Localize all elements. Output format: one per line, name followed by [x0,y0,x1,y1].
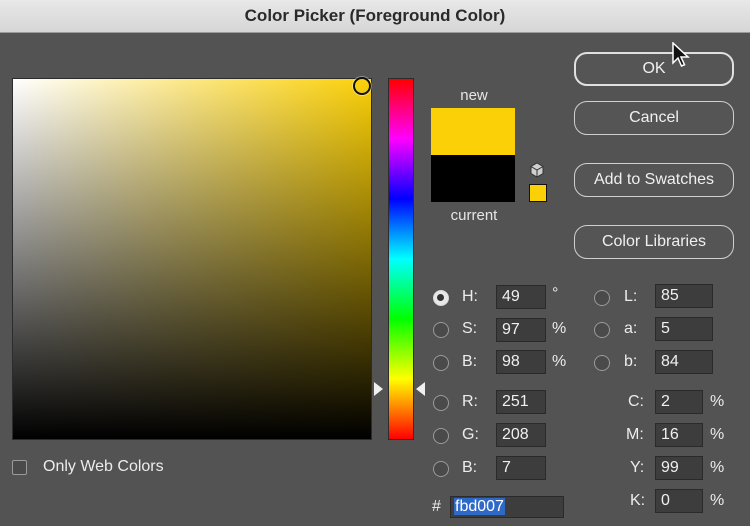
percent-unit: % [552,320,567,337]
color-libraries-button[interactable]: Color Libraries [574,225,734,259]
new-color-swatch [431,108,515,155]
lab-a-input[interactable]: 5 [655,317,713,341]
percent-unit: % [710,426,725,443]
radio-lab-a[interactable] [594,322,610,338]
lab-a-label: a: [624,320,638,337]
radio-lab-b[interactable] [594,355,610,371]
blue-label: B: [462,459,478,476]
green-input[interactable]: 208 [496,423,546,447]
lab-b-input[interactable]: 84 [655,350,713,374]
only-web-colors-label[interactable]: Only Web Colors [43,458,164,476]
color-field-marker[interactable] [353,77,371,95]
magenta-input[interactable]: 16 [655,423,703,447]
yellow-label: Y: [630,459,645,476]
blue-input[interactable]: 7 [496,456,546,480]
radio-hue[interactable] [433,290,449,306]
black-label: K: [630,492,646,509]
cyan-label: C: [628,393,644,410]
lab-b-label: b: [624,353,638,370]
hue-slider[interactable] [388,78,414,440]
red-label: R: [462,393,478,410]
hex-input[interactable]: fbd007 [450,496,564,518]
hex-prefix: # [432,498,441,515]
hue-slider-handle-left[interactable] [374,382,383,397]
degree-unit: ° [552,285,559,302]
cancel-button[interactable]: Cancel [574,101,734,135]
red-input[interactable]: 251 [496,390,546,414]
percent-unit: % [710,492,725,509]
radio-brightness[interactable] [433,355,449,371]
green-label: G: [462,426,479,443]
radio-red[interactable] [433,395,449,411]
radio-blue[interactable] [433,461,449,477]
window-title: Color Picker (Foreground Color) [244,6,506,25]
add-to-swatches-button[interactable]: Add to Swatches [574,163,734,197]
hex-value-selected: fbd007 [454,498,505,515]
new-label: new [460,87,488,104]
hue-input[interactable]: 49 [496,285,546,309]
hue-label: H: [462,288,478,305]
mouse-pointer-icon [672,42,690,67]
title-bar: Color Picker (Foreground Color) [0,0,750,33]
radio-saturation[interactable] [433,322,449,338]
brightness-label: B: [462,353,478,370]
lab-l-input[interactable]: 85 [655,284,713,308]
web-safe-swatch[interactable] [529,184,547,202]
yellow-input[interactable]: 99 [655,456,703,480]
black-input[interactable]: 0 [655,489,703,513]
percent-unit: % [552,353,567,370]
cyan-input[interactable]: 2 [655,390,703,414]
hue-slider-handle-right[interactable] [416,382,425,397]
radio-green[interactable] [433,428,449,444]
lab-l-label: L: [624,288,638,305]
current-label: current [450,207,498,224]
radio-lightness[interactable] [594,290,610,306]
saturation-label: S: [462,320,478,337]
percent-unit: % [710,393,725,410]
out-of-gamut-cube-icon[interactable] [529,162,545,178]
current-color-swatch[interactable] [431,155,515,202]
saturation-input[interactable]: 97 [496,318,546,342]
ok-button[interactable]: OK [574,52,734,86]
brightness-input[interactable]: 98 [496,350,546,374]
percent-unit: % [710,459,725,476]
only-web-colors-checkbox[interactable] [12,460,27,475]
color-field[interactable] [12,77,372,440]
magenta-label: M: [626,426,644,443]
